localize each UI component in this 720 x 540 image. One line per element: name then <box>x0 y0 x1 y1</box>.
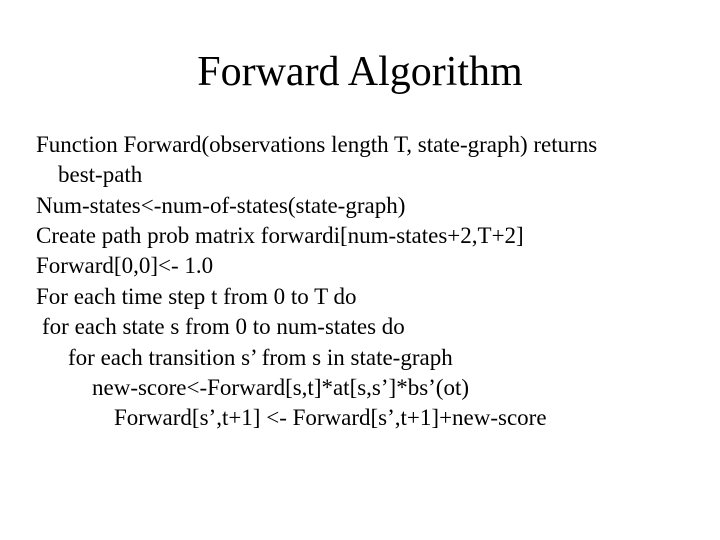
slide: Forward Algorithm Function Forward(obser… <box>0 0 720 540</box>
code-line: for each transition s’ from s in state-g… <box>36 343 684 373</box>
slide-body: Function Forward(observations length T, … <box>36 130 684 434</box>
code-line: Num-states<-num-of-states(state-graph) <box>36 191 684 221</box>
code-line: new-score<-Forward[s,t]*at[s,s’]*bs’(ot) <box>36 373 684 403</box>
code-line: best-path <box>36 160 684 190</box>
code-line: Forward[s’,t+1] <- Forward[s’,t+1]+new-s… <box>36 403 684 433</box>
code-line: for each state s from 0 to num-states do <box>36 312 684 342</box>
code-line: Create path prob matrix forwardi[num-sta… <box>36 221 684 251</box>
slide-title: Forward Algorithm <box>36 48 684 96</box>
code-line: Function Forward(observations length T, … <box>36 130 684 160</box>
code-line: Forward[0,0]<- 1.0 <box>36 251 684 281</box>
code-line: For each time step t from 0 to T do <box>36 282 684 312</box>
